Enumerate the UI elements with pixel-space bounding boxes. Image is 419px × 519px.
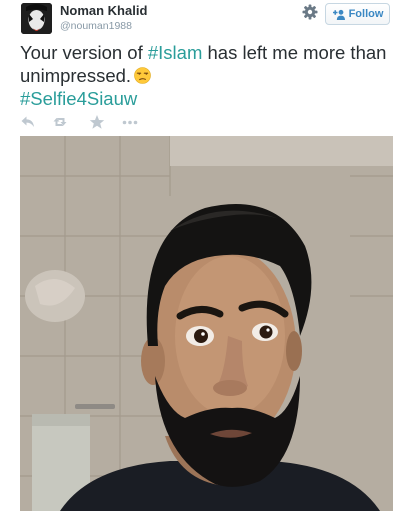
star-icon[interactable] <box>89 114 105 130</box>
tweet-photo[interactable] <box>20 136 393 511</box>
user-avatar[interactable] <box>21 3 52 34</box>
tweet-card: Noman Khalid @nouman1988 Follow Your ver… <box>0 0 419 519</box>
follow-button-label: Follow <box>348 8 384 20</box>
avatar-image <box>21 3 52 34</box>
add-user-icon <box>332 9 345 20</box>
reply-icon[interactable] <box>20 114 36 130</box>
unamused-face-emoji-icon <box>134 67 151 84</box>
user-screen-name[interactable]: @nouman1988 <box>60 20 132 32</box>
hashtag-link-islam[interactable]: #Islam <box>148 42 203 63</box>
selfie-image <box>20 136 393 511</box>
retweet-icon[interactable] <box>53 114 69 130</box>
hashtag-link-selfie4siauw[interactable]: #Selfie4Siauw <box>20 87 400 110</box>
user-display-name[interactable]: Noman Khalid <box>60 3 147 18</box>
tweet-text-part: Your version of <box>20 42 148 63</box>
more-icon[interactable] <box>122 114 138 130</box>
follow-button[interactable]: Follow <box>325 3 390 25</box>
tweet-text: Your version of #Islam has left me more … <box>20 41 400 110</box>
gear-icon[interactable] <box>301 3 319 21</box>
